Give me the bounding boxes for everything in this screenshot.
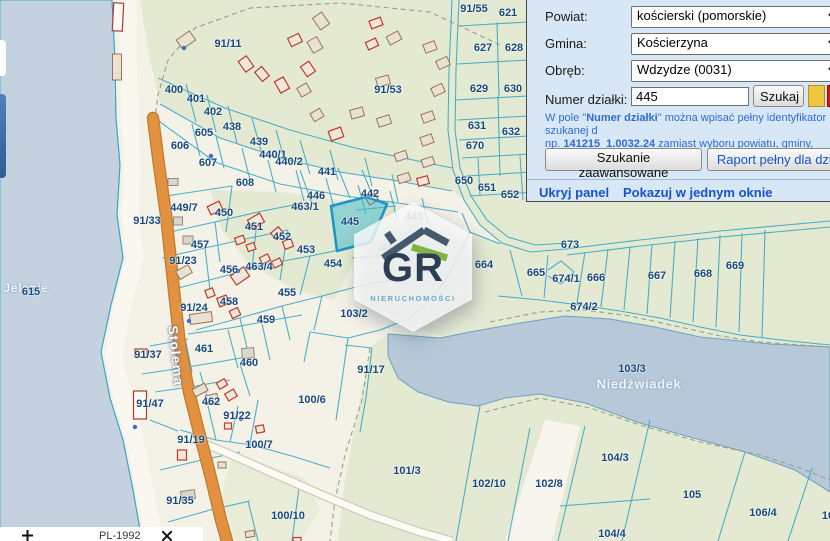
logo-subtitle: NIERUCHOMOŚCI bbox=[354, 294, 472, 303]
advanced-search-button[interactable]: Szukanie zaawansowane bbox=[545, 148, 702, 171]
coordinate-bar: PL-1992 bbox=[0, 527, 203, 541]
close-x-icon[interactable] bbox=[162, 531, 172, 541]
projection-label: PL-1992 bbox=[99, 530, 141, 541]
powiat-value: kościerski (pomorskie) bbox=[637, 8, 766, 23]
left-panel-handle[interactable] bbox=[0, 94, 6, 178]
powiat-label: Powiat: bbox=[545, 9, 588, 24]
obreb-select[interactable]: Wdzydze (0031) bbox=[631, 60, 830, 82]
gmina-select[interactable]: Kościerzyna bbox=[631, 33, 830, 55]
left-edge-tab[interactable] bbox=[0, 40, 6, 76]
watermark-logo: GR NIERUCHOMOŚCI bbox=[354, 202, 472, 332]
search-button[interactable]: Szukaj bbox=[753, 85, 804, 107]
parcel-number-input[interactable] bbox=[631, 87, 749, 106]
obreb-label: Obręb: bbox=[545, 63, 585, 78]
single-window-link[interactable]: Pokazuj w jednym oknie bbox=[623, 185, 773, 200]
geoportal-map-page: { "panel": { "fields": [ {"label": "Powi… bbox=[0, 0, 830, 541]
search-panel: Powiat: kościerski (pomorskie) Gmina: Ko… bbox=[526, 0, 830, 202]
crosshair-plus-icon bbox=[22, 530, 33, 541]
gmina-label: Gmina: bbox=[545, 36, 587, 51]
hide-panel-link[interactable]: Ukryj panel bbox=[539, 185, 609, 200]
gmina-value: Kościerzyna bbox=[637, 35, 708, 50]
panel-separator bbox=[527, 179, 830, 180]
logo-initials: GR bbox=[354, 248, 472, 288]
full-report-button[interactable]: Raport pełny dla dzia bbox=[707, 148, 830, 171]
powiat-select[interactable]: kościerski (pomorskie) bbox=[631, 6, 830, 28]
obreb-value: Wdzydze (0031) bbox=[637, 62, 732, 77]
parcel-number-label: Numer działki: bbox=[545, 92, 627, 107]
legend-yellow-swatch[interactable] bbox=[808, 85, 825, 107]
